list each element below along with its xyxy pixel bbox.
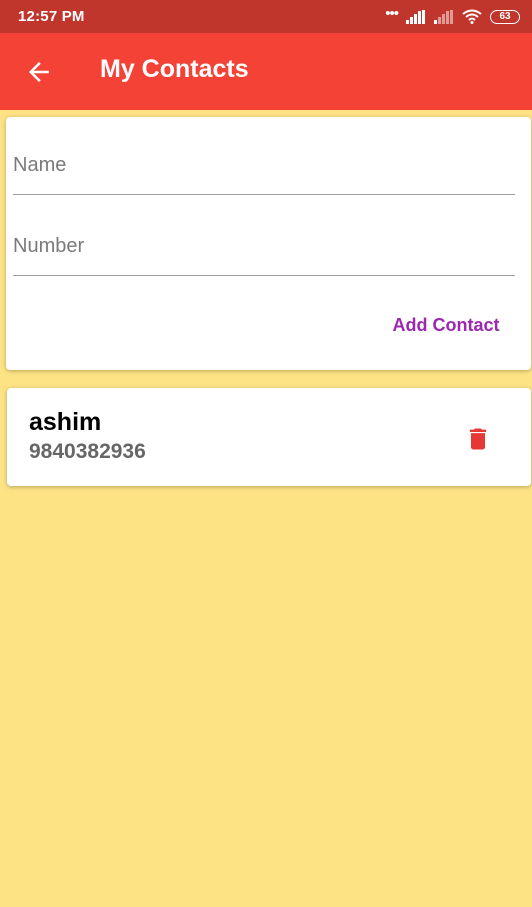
signal-weak-icon xyxy=(434,9,453,24)
number-input[interactable] xyxy=(13,235,515,258)
name-input[interactable] xyxy=(13,154,515,177)
delete-contact-button[interactable] xyxy=(462,423,494,455)
status-icons: ••• 63 xyxy=(385,5,520,24)
status-time: 12:57 PM xyxy=(18,8,85,25)
contact-card: ashim 9840382936 xyxy=(7,388,531,486)
arrow-back-icon xyxy=(29,62,49,82)
notification-dots-icon: ••• xyxy=(385,5,399,22)
back-button[interactable] xyxy=(24,57,54,87)
contact-number: 9840382936 xyxy=(29,440,146,463)
contact-name: ashim xyxy=(29,408,102,436)
page-title: My Contacts xyxy=(100,55,249,83)
battery-level: 63 xyxy=(499,11,511,22)
name-field[interactable] xyxy=(13,154,515,195)
signal-icon xyxy=(406,9,425,24)
status-bar: 12:57 PM ••• 63 xyxy=(0,0,532,33)
wifi-icon xyxy=(462,9,482,24)
number-field[interactable] xyxy=(13,235,515,276)
add-contact-button[interactable]: Add Contact xyxy=(376,306,516,344)
app-bar: My Contacts xyxy=(0,33,532,110)
trash-icon xyxy=(469,428,487,450)
battery-icon: 63 xyxy=(490,9,520,24)
